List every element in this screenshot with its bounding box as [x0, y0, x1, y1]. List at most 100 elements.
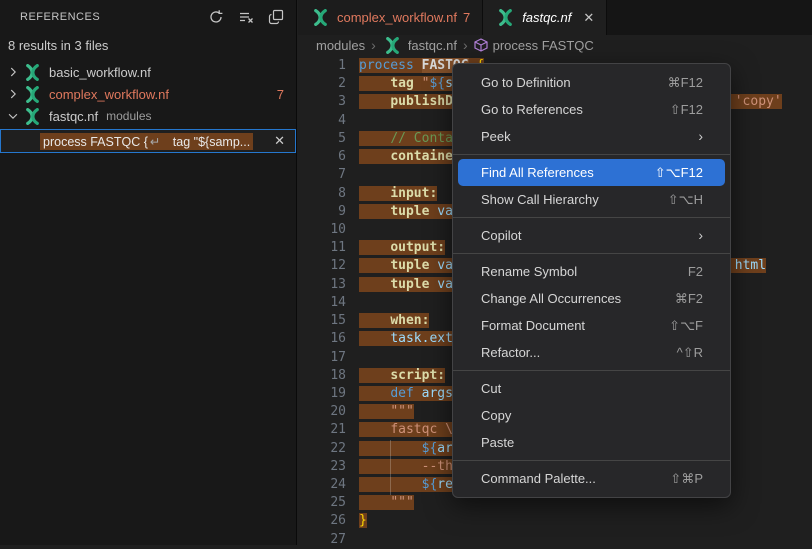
line-number: 2: [298, 75, 346, 93]
nextflow-file-icon: [24, 64, 41, 81]
menu-item-label: Cut: [481, 375, 703, 402]
reference-highlight: output:: [359, 240, 445, 255]
code-token: script:: [390, 368, 445, 383]
tree-item-basic_workflow.nf[interactable]: basic_workflow.nf: [0, 61, 296, 83]
line-number: 9: [298, 203, 346, 221]
menu-item-copy[interactable]: Copy: [453, 402, 730, 429]
tab-fastqc.nf[interactable]: fastqc.nf ✕: [483, 0, 607, 35]
collapse-all-icon[interactable]: [266, 7, 286, 27]
menu-divider: [453, 217, 730, 218]
tab-label: fastqc.nf: [522, 10, 571, 25]
menu-item-label: Copy: [481, 402, 703, 429]
line-number: 20: [298, 403, 346, 421]
menu-item-change-all-occurrences[interactable]: Change All Occurrences⌘F2: [453, 285, 730, 312]
close-icon[interactable]: ✕: [583, 10, 594, 26]
code-token: tuple: [390, 204, 429, 219]
menu-item-rename-symbol[interactable]: Rename SymbolF2: [453, 258, 730, 285]
reference-highlight: fastqc \: [359, 422, 453, 437]
line-number: 10: [298, 221, 346, 239]
line-number: 6: [298, 148, 346, 166]
chevron-right-icon: [6, 65, 20, 79]
menu-item-go-to-definition[interactable]: Go to Definition⌘F12: [453, 69, 730, 96]
refresh-icon[interactable]: [206, 7, 226, 27]
code-token: [414, 386, 422, 401]
reference-result-item[interactable]: process FASTQC {↵ tag "${samp... ✕: [0, 129, 296, 153]
menu-item-show-call-hierarchy[interactable]: Show Call Hierarchy⇧⌥H: [453, 186, 730, 213]
menu-divider: [453, 370, 730, 371]
result-snippet: process FASTQC {↵ tag "${samp...: [40, 133, 253, 150]
snippet-text: tag "${samp...: [162, 135, 250, 149]
code-token: ${: [422, 477, 438, 492]
menu-item-shortcut: ^⇧R: [677, 339, 703, 366]
code-line[interactable]: [359, 531, 812, 549]
code-token: 'copy': [735, 94, 782, 109]
tree-item-label: fastqc.nf: [49, 109, 98, 124]
menu-item-label: Find All References: [481, 159, 655, 186]
reference-highlight: }: [359, 513, 367, 528]
breadcrumb-item-1[interactable]: modules: [316, 38, 365, 53]
line-number: 13: [298, 276, 346, 294]
line-number: 23: [298, 458, 346, 476]
breadcrumb-item-2[interactable]: fastqc.nf: [382, 37, 457, 54]
code-token: [359, 495, 390, 510]
line-number: 5: [298, 130, 346, 148]
menu-item-go-to-references[interactable]: Go to References⇧F12: [453, 96, 730, 123]
tree-item-complex_workflow.nf[interactable]: complex_workflow.nf7: [0, 83, 296, 105]
breadcrumb-item-3[interactable]: process FASTQC: [474, 38, 594, 53]
line-number: 18: [298, 367, 346, 385]
code-token: container: [390, 149, 460, 164]
breadcrumb: modules › fastqc.nf › process FASTQC: [298, 35, 812, 55]
references-sidebar: REFERENCES 8 results in 3 files basic_wo…: [0, 0, 297, 545]
code-token: html: [735, 258, 766, 273]
tab-complex_workflow.nf[interactable]: complex_workflow.nf7: [298, 0, 483, 35]
tab-label: complex_workflow.nf: [337, 10, 457, 25]
nextflow-file-icon: [24, 108, 41, 125]
menu-item-format-document[interactable]: Format Document⇧⌥F: [453, 312, 730, 339]
code-token: [359, 331, 390, 346]
menu-item-copilot[interactable]: Copilot›: [453, 222, 730, 249]
menu-item-label: Refactor...: [481, 339, 677, 366]
line-number: 1: [298, 57, 346, 75]
code-token: tuple: [390, 258, 429, 273]
code-token: tag: [390, 76, 413, 91]
menu-item-command-palette[interactable]: Command Palette...⇧⌘P: [453, 465, 730, 492]
menu-item-label: Copilot: [481, 222, 688, 249]
code-token: """: [390, 404, 413, 419]
menu-item-label: Change All Occurrences: [481, 285, 675, 312]
code-token: input:: [390, 186, 437, 201]
editor-context-menu: Go to Definition⌘F12Go to References⇧F12…: [452, 63, 731, 498]
close-icon[interactable]: ✕: [274, 133, 285, 149]
code-token: [359, 277, 390, 292]
menu-item-paste[interactable]: Paste: [453, 429, 730, 456]
code-line[interactable]: }: [359, 512, 812, 530]
line-number: 11: [298, 239, 346, 257]
menu-item-cut[interactable]: Cut: [453, 375, 730, 402]
breadcrumb-separator-icon: ›: [463, 37, 468, 53]
code-token: [359, 131, 390, 146]
code-token: [359, 422, 390, 437]
menu-divider: [453, 460, 730, 461]
tree-item-fastqc.nf[interactable]: fastqc.nf modules: [0, 105, 296, 127]
code-token: [359, 386, 390, 401]
code-token: [359, 149, 390, 164]
menu-item-label: Go to Definition: [481, 69, 668, 96]
clear-all-icon[interactable]: [236, 7, 256, 27]
symbol-module-icon: [474, 38, 488, 52]
line-number: 27: [298, 531, 346, 549]
code-token: ${: [422, 441, 438, 456]
menu-item-find-all-references[interactable]: Find All References⇧⌥F12: [458, 159, 725, 186]
breadcrumb-separator-icon: ›: [371, 37, 376, 53]
breadcrumb-label: process FASTQC: [493, 38, 594, 53]
line-number: 4: [298, 112, 346, 130]
tree-item-description: modules: [106, 109, 151, 123]
menu-item-label: Format Document: [481, 312, 669, 339]
menu-item-peek[interactable]: Peek›: [453, 123, 730, 150]
code-token: [359, 368, 390, 383]
tree-item-label: basic_workflow.nf: [49, 65, 151, 80]
code-token: output:: [390, 240, 445, 255]
menu-item-shortcut: ⇧F12: [670, 96, 703, 123]
menu-item-label: Rename Symbol: [481, 258, 688, 285]
results-summary: 8 results in 3 files: [0, 34, 296, 61]
menu-item-refactor[interactable]: Refactor...^⇧R: [453, 339, 730, 366]
line-number: 24: [298, 476, 346, 494]
